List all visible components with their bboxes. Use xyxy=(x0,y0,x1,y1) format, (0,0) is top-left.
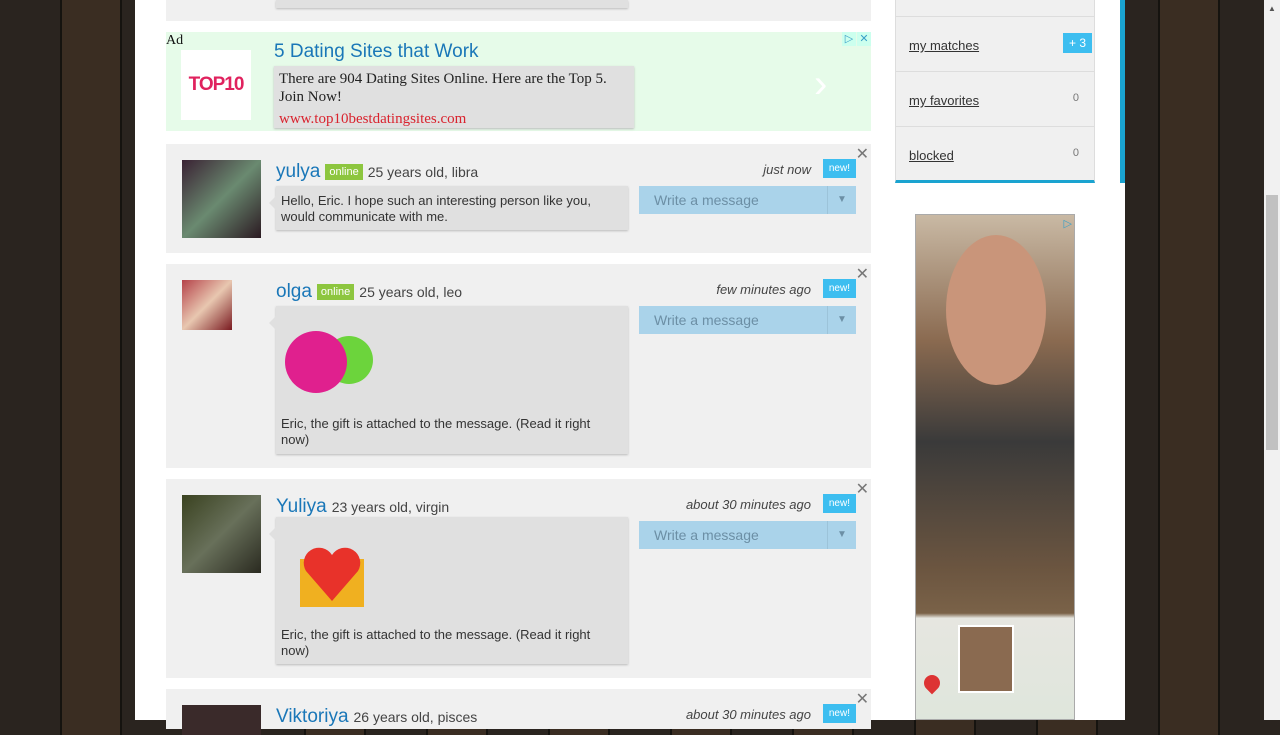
avatar[interactable] xyxy=(182,495,261,573)
avatar[interactable] xyxy=(182,280,232,330)
online-badge: online xyxy=(325,164,363,180)
message-time: few minutes ago xyxy=(716,282,811,297)
ad-photo xyxy=(946,235,1046,385)
ad-body[interactable]: There are 904 Dating Sites Online. Here … xyxy=(274,66,634,128)
message-time: just now xyxy=(763,162,811,177)
page: Ad TOP10 5 Dating Sites that Work There … xyxy=(135,0,1125,735)
message-bubble xyxy=(276,0,628,8)
write-message-button[interactable]: Write a message ▼ xyxy=(639,186,856,214)
balls-gift-icon[interactable] xyxy=(284,330,384,400)
scrollbar-thumb[interactable] xyxy=(1266,195,1278,450)
map-pin-icon xyxy=(920,671,944,695)
count: 0 xyxy=(1072,92,1079,104)
heart-envelope-gift-icon[interactable] xyxy=(298,541,368,611)
count-badge: + 3 xyxy=(1062,33,1092,53)
new-badge: new! xyxy=(822,159,856,178)
sidebar-ad-image[interactable]: ▷ xyxy=(915,214,1075,720)
message-card: Viktoriya 26 years old, pisces about 30 m… xyxy=(166,689,871,735)
sidebar-link[interactable]: blocked xyxy=(909,148,954,163)
chevron-right-icon[interactable]: › xyxy=(814,62,827,107)
sidebar-item-my-matches[interactable]: my matches + 3 xyxy=(896,16,1094,71)
message-time: about 30 minutes ago xyxy=(685,497,811,512)
sender-name[interactable]: Yuliya xyxy=(276,496,327,518)
map-profile-thumbnail xyxy=(958,625,1014,693)
sender-meta: 25 years old, libra xyxy=(367,164,479,180)
ad-title[interactable]: 5 Dating Sites that Work xyxy=(274,41,479,63)
sender-meta: 23 years old, virgin xyxy=(331,499,450,515)
message-bubble[interactable]: Eric, the gift is attached to the messag… xyxy=(269,306,628,454)
message-bubble[interactable]: Hello, Eric. I hope such an interesting … xyxy=(269,186,628,230)
sender-meta: 25 years old, leo xyxy=(359,284,463,300)
close-icon[interactable]: ✕ xyxy=(856,144,869,164)
sidebar-link[interactable]: my matches xyxy=(909,38,979,53)
close-icon[interactable]: ✕ xyxy=(856,689,869,709)
message-card: Yuliya 23 years old, virgin Eric, the gif… xyxy=(166,479,871,678)
scrollbar[interactable]: ▲ xyxy=(1264,0,1280,720)
chevron-down-icon[interactable]: ▼ xyxy=(827,521,856,549)
new-badge: new! xyxy=(822,279,856,298)
message-card: yulya online 25 years old, libra Hello, Er… xyxy=(166,144,871,253)
sidebar-item-blocked[interactable]: blocked 0 xyxy=(896,126,1094,181)
count: 0 xyxy=(1072,147,1079,159)
close-icon[interactable]: ✕ xyxy=(856,264,869,284)
write-message-button[interactable]: Write a message ▼ xyxy=(639,306,856,334)
sender-name[interactable]: Viktoriya xyxy=(276,706,349,728)
write-message-label: Write a message xyxy=(654,192,759,208)
adchoices-icon[interactable]: ▷ xyxy=(1064,217,1072,230)
message-text: Eric, the gift is attached to the messag… xyxy=(281,416,591,447)
message-text: Hello, Eric. I hope such an interesting … xyxy=(281,193,592,224)
ad-url[interactable]: www.top10bestdatingsites.com xyxy=(279,110,629,128)
message-card: olga online 25 years old, leo Eric, the gi… xyxy=(166,264,871,468)
new-badge: new! xyxy=(822,704,856,723)
ad-banner[interactable]: Ad TOP10 5 Dating Sites that Work There … xyxy=(166,32,871,131)
avatar[interactable] xyxy=(182,160,261,238)
ad-label: Ad xyxy=(166,33,184,48)
scroll-up-icon[interactable]: ▲ xyxy=(1268,4,1276,13)
avatar[interactable] xyxy=(182,705,261,735)
close-icon[interactable]: ✕ xyxy=(856,479,869,499)
sender-meta: 26 years old, pisces xyxy=(353,709,478,725)
online-badge: online xyxy=(316,284,355,300)
new-badge: new! xyxy=(822,494,856,513)
sidebar-menu: my matches + 3 my favorites 0 blocked 0 xyxy=(895,0,1095,183)
write-message-button[interactable]: Write a message ▼ xyxy=(639,521,856,549)
previous-message-card xyxy=(166,0,871,21)
adchoices-icon[interactable]: ▷ xyxy=(842,32,856,46)
write-message-label: Write a message xyxy=(654,312,759,328)
sidebar-link[interactable]: my favorites xyxy=(909,93,979,108)
sidebar-item-my-favorites[interactable]: my favorites 0 xyxy=(896,71,1094,126)
write-message-label: Write a message xyxy=(654,527,759,543)
ad-text: There are 904 Dating Sites Online. Here … xyxy=(279,71,607,105)
message-text: Eric, the gift is attached to the messag… xyxy=(281,627,591,658)
close-icon[interactable]: ✕ xyxy=(857,32,871,46)
ad-logo[interactable]: TOP10 xyxy=(181,50,251,120)
sender-name[interactable]: olga xyxy=(276,281,312,303)
accent-bar xyxy=(1120,0,1125,183)
sender-name[interactable]: yulya xyxy=(276,161,320,183)
chevron-down-icon[interactable]: ▼ xyxy=(827,186,856,214)
message-bubble[interactable]: Eric, the gift is attached to the messag… xyxy=(269,517,628,664)
chevron-down-icon[interactable]: ▼ xyxy=(827,306,856,334)
